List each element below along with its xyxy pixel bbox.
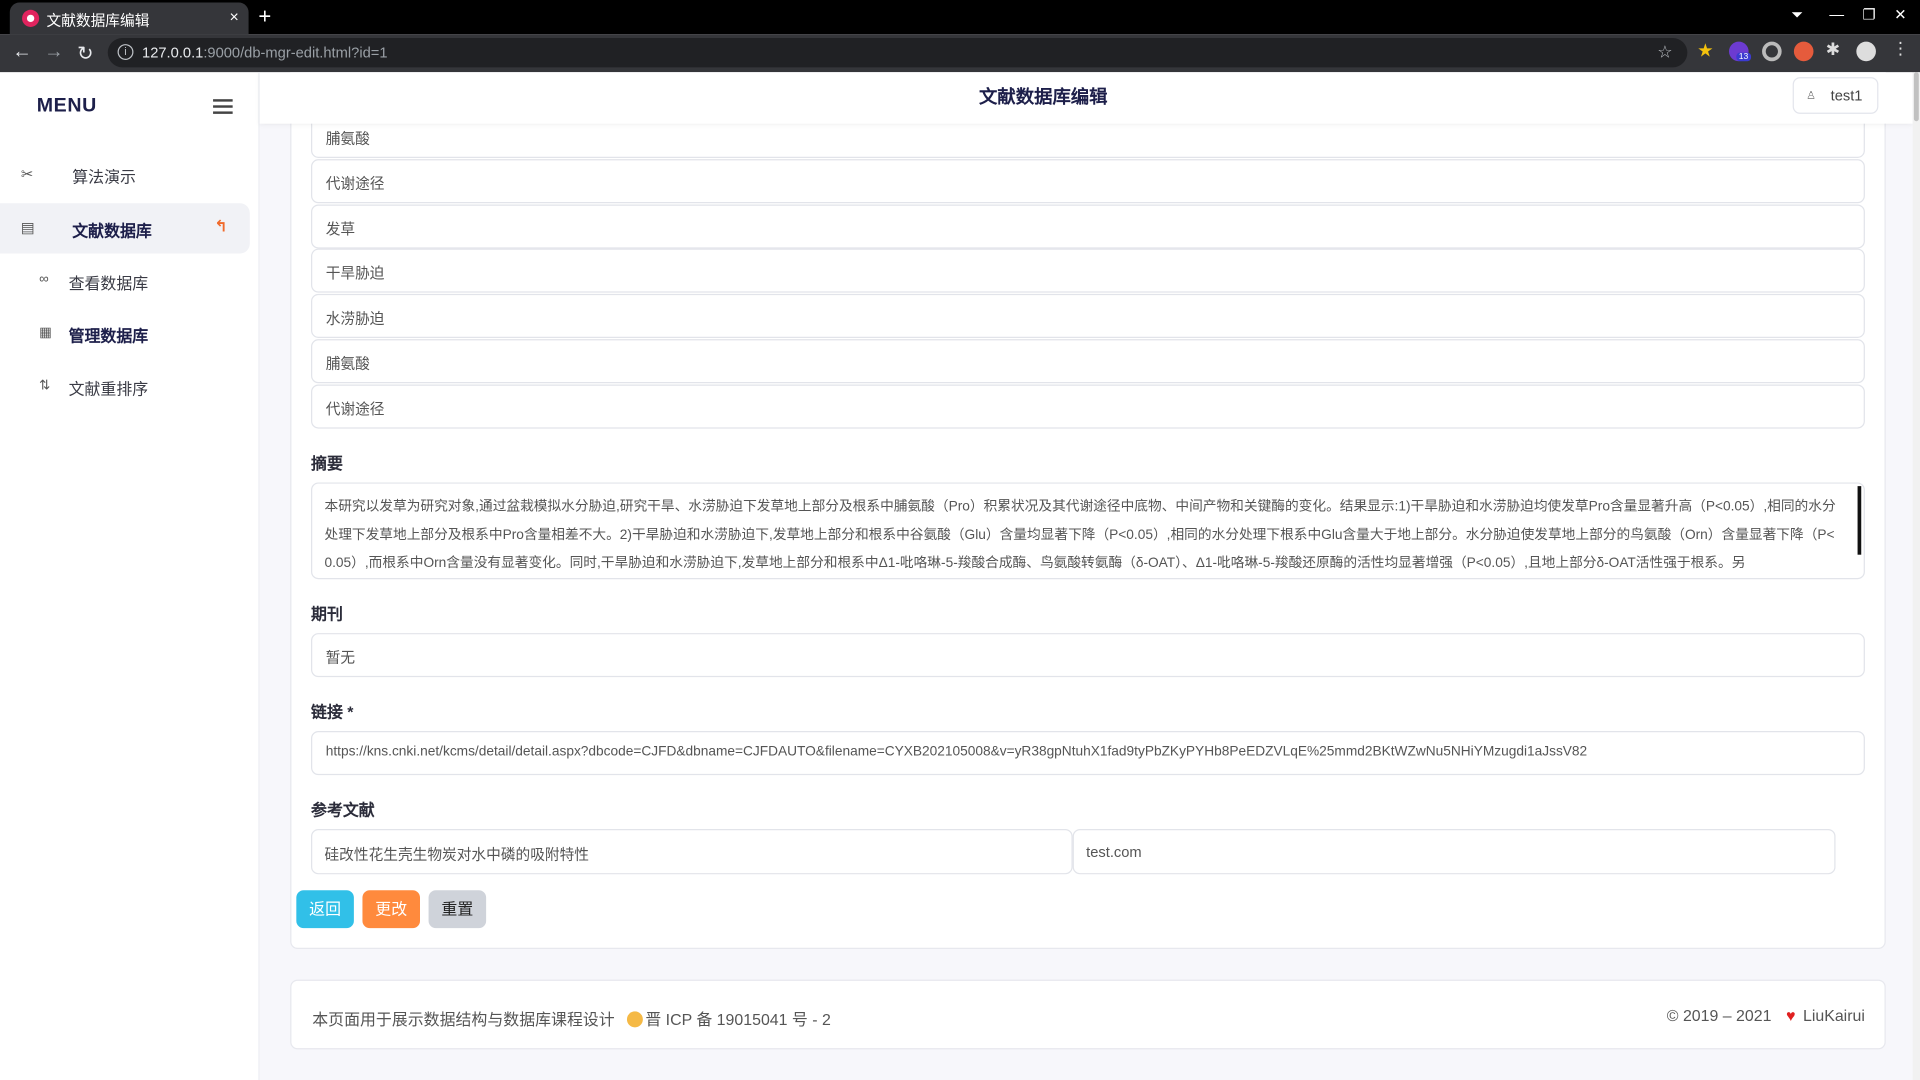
username: test1	[1830, 86, 1863, 105]
copyright-text: © 2019 – 2021	[1666, 1006, 1772, 1025]
sort-icon: ⇅	[39, 378, 51, 394]
reference-title-value: 硅改性花生壳生物炭对水中磷的吸附特性	[324, 846, 590, 864]
keyword-value: 发草	[325, 220, 356, 238]
kebab-menu-icon[interactable]: ⋮	[1892, 38, 1912, 58]
keyword-value: 脯氨酸	[325, 355, 370, 373]
top-header: 文献数据库编辑 ♙ test1	[259, 72, 1913, 124]
sidebar-item-label: 查看数据库	[68, 274, 149, 293]
keyword-field[interactable]: 干旱胁迫	[311, 248, 1865, 293]
glasses-icon: ∞	[39, 271, 49, 287]
new-tab-button[interactable]: +	[258, 4, 271, 30]
keyword-field[interactable]: 脯氨酸	[311, 339, 1865, 384]
user-icon: ♙	[1806, 89, 1817, 102]
textarea-scrollbar[interactable]	[1857, 486, 1862, 555]
sidebar-item-label: 管理数据库	[68, 326, 149, 346]
bookmark-star-icon[interactable]: ☆	[1657, 42, 1672, 63]
sidebar-subitem-manage-db[interactable]: ▦ 管理数据库	[0, 312, 250, 356]
emoji-icon	[626, 1011, 643, 1028]
browser-toolbar: ← → ↻ i 127.0.0.1:9000/db-mgr-edit.html?…	[0, 34, 1920, 73]
abstract-label: 摘要	[311, 454, 343, 473]
reload-icon[interactable]: ↻	[77, 42, 93, 66]
keyword-value: 代谢途径	[325, 175, 385, 193]
collapse-arrow-icon[interactable]: ↰	[214, 217, 227, 237]
reference-title-input[interactable]: 硅改性花生壳生物炭对水中磷的吸附特性	[311, 828, 1073, 875]
avatar-icon[interactable]	[1856, 41, 1876, 62]
url-text: 127.0.0.1:9000/db-mgr-edit.html?id=1	[142, 44, 388, 62]
site-info-icon[interactable]: i	[117, 44, 134, 61]
keyword-field[interactable]: 代谢途径	[311, 384, 1865, 429]
address-bar[interactable]: i 127.0.0.1:9000/db-mgr-edit.html?id=1 ☆	[107, 37, 1688, 68]
footer-left: 本页面用于展示数据结构与数据库课程设计 晋 ICP 备 19015041 号 - …	[312, 1007, 831, 1030]
keyword-field[interactable]: 代谢途径	[311, 159, 1865, 204]
footer-description: 本页面用于展示数据结构与数据库课程设计	[312, 1010, 615, 1029]
hamburger-icon[interactable]	[213, 99, 233, 114]
update-button[interactable]: 更改	[362, 890, 421, 929]
back-button[interactable]: 返回	[296, 890, 354, 929]
abstract-text: 本研究以发草为研究对象,通过盆栽模拟水分胁迫,研究干旱、水涝胁迫下发草地上部分及…	[324, 499, 1836, 571]
sidebar-item-literature-db[interactable]: ▤ 文献数据库 ↰	[0, 203, 250, 254]
bookmark-ext-icon[interactable]: ★	[1697, 39, 1717, 61]
references-label: 参考文献	[311, 800, 375, 820]
site-favicon-icon	[22, 9, 40, 27]
extension-badge: 13	[1736, 52, 1751, 62]
keyword-field[interactable]: 水涝胁迫	[311, 293, 1865, 338]
journal-value: 暂无	[325, 648, 356, 667]
footer-right: © 2019 – 2021 ♥ LiuKairui	[1667, 1007, 1865, 1025]
abstract-textarea[interactable]: 本研究以发草为研究对象,通过盆栽模拟水分胁迫,研究干旱、水涝胁迫下发草地上部分及…	[311, 482, 1865, 580]
journal-label: 期刊	[311, 604, 343, 624]
heart-icon: ♥	[1786, 1006, 1796, 1025]
browser-tab[interactable]: 文献数据库编辑 ×	[9, 2, 249, 35]
close-window-icon[interactable]: ✕	[1894, 6, 1906, 23]
minimize-icon[interactable]: —	[1829, 6, 1844, 23]
forward-arrow-icon[interactable]: →	[44, 42, 64, 64]
profile-menu-icon[interactable]: ⏷	[1791, 6, 1803, 24]
author-link[interactable]: LiuKairui	[1803, 1007, 1865, 1025]
sidebar-item-label: 算法演示	[72, 167, 136, 187]
user-menu-button[interactable]: ♙ test1	[1792, 77, 1879, 114]
close-tab-icon[interactable]: ×	[229, 7, 238, 25]
tab-title: 文献数据库编辑	[46, 12, 150, 30]
reference-url-value: test.com	[1086, 843, 1142, 861]
keyword-value: 脯氨酸	[325, 129, 370, 147]
table-icon: ▤	[20, 219, 35, 237]
journal-input[interactable]: 暂无	[311, 633, 1865, 678]
keyword-value: 干旱胁迫	[325, 264, 385, 282]
tools-icon: ✂	[20, 165, 34, 183]
color-ext-icon[interactable]	[1793, 41, 1814, 62]
footer: 本页面用于展示数据结构与数据库课程设计 晋 ICP 备 19015041 号 - …	[290, 979, 1886, 1050]
reference-url-input[interactable]: test.com	[1072, 828, 1836, 875]
back-arrow-icon[interactable]: ←	[12, 42, 32, 64]
sidebar-item-label: 文献重排序	[68, 379, 149, 398]
menu-title: MENU	[36, 95, 97, 117]
sidebar-subitem-reorder[interactable]: ⇅ 文献重排序	[0, 365, 250, 409]
page-title: 文献数据库编辑	[978, 86, 1108, 108]
scrollbar-thumb[interactable]	[1913, 72, 1919, 122]
maximize-icon[interactable]: ❐	[1862, 6, 1875, 23]
page-scrollbar[interactable]	[1912, 72, 1920, 1080]
sidebar-item-algorithm[interactable]: ✂ 算法演示	[0, 149, 250, 199]
keyword-value: 水涝胁迫	[325, 309, 385, 327]
sidebar-item-label: 文献数据库	[72, 221, 152, 241]
icp-link[interactable]: 晋 ICP 备 19015041 号 - 2	[645, 1010, 831, 1028]
browser-tabbar: 文献数据库编辑 × + ⏷ — ❐ ✕	[0, 0, 1920, 35]
record-ext-icon[interactable]	[1762, 41, 1782, 62]
link-value: https://kns.cnki.net/kcms/detail/detail.…	[325, 744, 1588, 760]
link-input[interactable]: https://kns.cnki.net/kcms/detail/detail.…	[311, 731, 1865, 776]
link-label: 链接 *	[311, 702, 354, 722]
calendar-icon: ▦	[39, 325, 52, 341]
keyword-value: 代谢途径	[325, 400, 385, 418]
reset-button[interactable]: 重置	[428, 890, 487, 929]
keyword-field[interactable]: 发草	[311, 204, 1865, 249]
sidebar-subitem-view-db[interactable]: ∞ 查看数据库	[0, 260, 250, 304]
puzzle-icon[interactable]: ✱	[1826, 39, 1846, 59]
